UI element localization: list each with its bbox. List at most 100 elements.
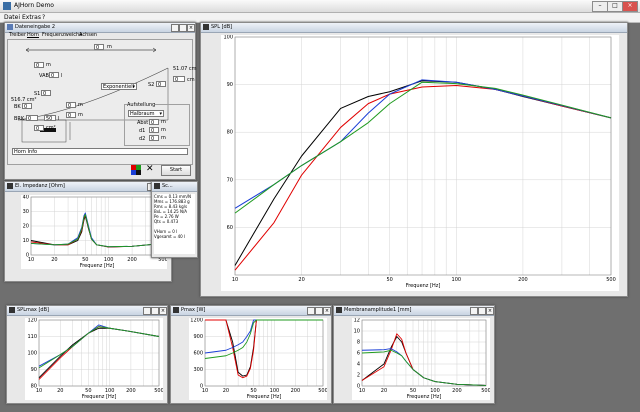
window-title: El. Impedanz [Ohm]: [15, 183, 65, 189]
bk-input[interactable]: 0: [22, 103, 32, 110]
maximize-window-button[interactable]: [315, 307, 323, 315]
x-tick-label: 20: [57, 388, 63, 394]
x-axis-label: Frequenz [Hz]: [80, 263, 115, 269]
length-value: 51.07 cm: [173, 66, 197, 72]
minimize-window-button[interactable]: [470, 307, 478, 315]
tab-treiber[interactable]: Treiber: [9, 32, 26, 38]
x-tick-label: 10: [36, 388, 42, 394]
membrane-window: Membranamplitude1 [mm] × 12 10 8 6 4 2 0 10 20 50…: [333, 305, 495, 404]
st-input[interactable]: 0: [34, 62, 44, 69]
x-input[interactable]: 0: [66, 102, 76, 109]
impedance-window: El. Impedanz [Ohm] × 4030201001020501002…: [4, 181, 172, 282]
x-tick-label: 200: [126, 388, 136, 394]
y-tick-label: 600: [193, 351, 203, 357]
app-icon: [3, 2, 11, 10]
minimize-button[interactable]: –: [592, 1, 608, 12]
y-tick-label: 1200: [190, 318, 203, 324]
start-button[interactable]: Start: [161, 165, 191, 176]
brk-label: BRK: [14, 116, 25, 122]
y-tick-label: 12: [354, 318, 360, 324]
close-window-button[interactable]: ×: [159, 307, 167, 315]
window-caption: Sc...: [152, 182, 197, 192]
z-input[interactable]: 0: [34, 125, 44, 132]
cancel-icon[interactable]: ✕: [146, 164, 154, 174]
length-input[interactable]: 0: [94, 44, 104, 51]
vab-input[interactable]: 0: [49, 72, 59, 79]
menu-help[interactable]: ?: [42, 14, 45, 21]
w-unit: l: [58, 116, 60, 122]
d2-input[interactable]: 0: [149, 135, 159, 142]
x-tick-label: 200: [291, 388, 301, 394]
r1-input[interactable]: 0: [173, 76, 185, 83]
y-tick-label: 70: [227, 177, 233, 183]
app-titlebar: AJHorn Demo – □ ×: [0, 0, 640, 13]
placement-label: Aufstellung: [127, 102, 156, 108]
x-tick-label: 50: [387, 277, 393, 283]
minimize-window-button[interactable]: [143, 307, 151, 315]
color-icon[interactable]: [131, 165, 141, 175]
placement-group: Aufstellung Halbraum Abst 0 m d1 0 m d2 …: [124, 102, 190, 146]
impedance-plot: 40 30 20 10 0 10 20 50 100 200 500 Frequenz [Hz]: [21, 195, 168, 270]
y-input[interactable]: 0: [66, 112, 76, 119]
series-line-2: [30, 212, 164, 248]
s1-input[interactable]: 0: [41, 90, 51, 97]
plot-frame: [234, 36, 612, 276]
minimize-window-button[interactable]: [171, 24, 179, 32]
maximize-button[interactable]: □: [607, 1, 623, 12]
maximize-window-button[interactable]: [179, 24, 187, 32]
splmax-chart-svg: 120110100908010 20 50 100 200 500Frequenz [Hz…: [27, 318, 163, 401]
maximize-window-button[interactable]: [478, 307, 486, 315]
w-input[interactable]: 50: [44, 115, 56, 122]
horn-type-select[interactable]: Exponentiell: [101, 83, 137, 91]
y-tick-label: 20: [23, 224, 29, 230]
x-axis-label: Frequenz [Hz]: [406, 283, 441, 289]
maximize-window-button[interactable]: [151, 307, 159, 315]
x-tick-label: 20: [51, 257, 57, 263]
y-tick-label: 30: [23, 209, 29, 215]
menu-datei[interactable]: Datei: [4, 14, 20, 21]
brk-input[interactable]: 0: [26, 115, 38, 122]
tab-achsen[interactable]: Achsen: [79, 32, 97, 38]
z-unit: cm²: [46, 125, 56, 131]
x-tick-label: 10: [232, 277, 238, 283]
series-line-1: [205, 319, 323, 379]
y-tick-label: 300: [193, 367, 203, 373]
horn-info-field[interactable]: Horn Info: [12, 148, 188, 155]
spl-plot: 100 90 80 70 60 10 20 50 100 200 500 Frequenz [Hz]: [221, 35, 619, 291]
y-tick-label: 40: [23, 195, 29, 201]
x-tick-label: 500: [154, 388, 163, 394]
y-tick-label: 120: [27, 318, 37, 324]
app-title: AJHorn Demo: [14, 2, 54, 9]
abst-input[interactable]: 0: [149, 119, 159, 126]
input-window: Dateneingabe 2 × Treiber Horn Frequenzwe…: [4, 22, 197, 180]
pmax-plot: 1200 900 600 300 0 10 20 50 100 200 500 Frequenz [H…: [189, 318, 328, 400]
st-unit: m: [46, 62, 51, 68]
series-line-3: [361, 349, 487, 386]
bk-label: BK: [14, 104, 21, 110]
d2-unit: m: [161, 135, 166, 141]
x-tick-label: 200: [452, 388, 462, 394]
placement-select[interactable]: Halbraum: [128, 110, 164, 118]
x-tick-label: 10: [359, 388, 365, 394]
close-window-button[interactable]: ×: [323, 307, 331, 315]
tab-horn[interactable]: Horn: [27, 32, 39, 38]
x-tick-label: 20: [381, 388, 387, 394]
close-window-button[interactable]: ×: [187, 24, 195, 32]
close-button[interactable]: ×: [622, 1, 638, 12]
y-tick-label: 10: [354, 329, 360, 335]
chart-icon: [203, 24, 209, 30]
horn-panel: 0 m 0 m VAB 0 l 51.07 cm 0 cm S2 0 Expon…: [7, 39, 197, 165]
y-tick-label: 80: [227, 130, 233, 136]
d1-input[interactable]: 0: [149, 127, 159, 134]
window-caption: Pmax [W] ×: [171, 306, 331, 316]
impedance-chart-svg: 40302010010 20 50 100 200 500Frequenz [Hz]: [23, 195, 168, 270]
y-unit: m: [78, 112, 83, 118]
s2-input[interactable]: 0: [156, 81, 166, 88]
minimize-window-button[interactable]: [307, 307, 315, 315]
spl-window: SPL [dB] 100 90 80 70 60 10 20 50 100 200 500 Frequ…: [200, 22, 628, 297]
close-window-button[interactable]: ×: [486, 307, 494, 315]
tab-frequenzweiche[interactable]: Frequenzweiche: [42, 32, 82, 38]
menu-extras[interactable]: Extras: [22, 14, 41, 21]
param-line: Vgesamt = 40 l: [154, 234, 186, 239]
x-axis-label: Frequenz [Hz]: [247, 394, 282, 400]
